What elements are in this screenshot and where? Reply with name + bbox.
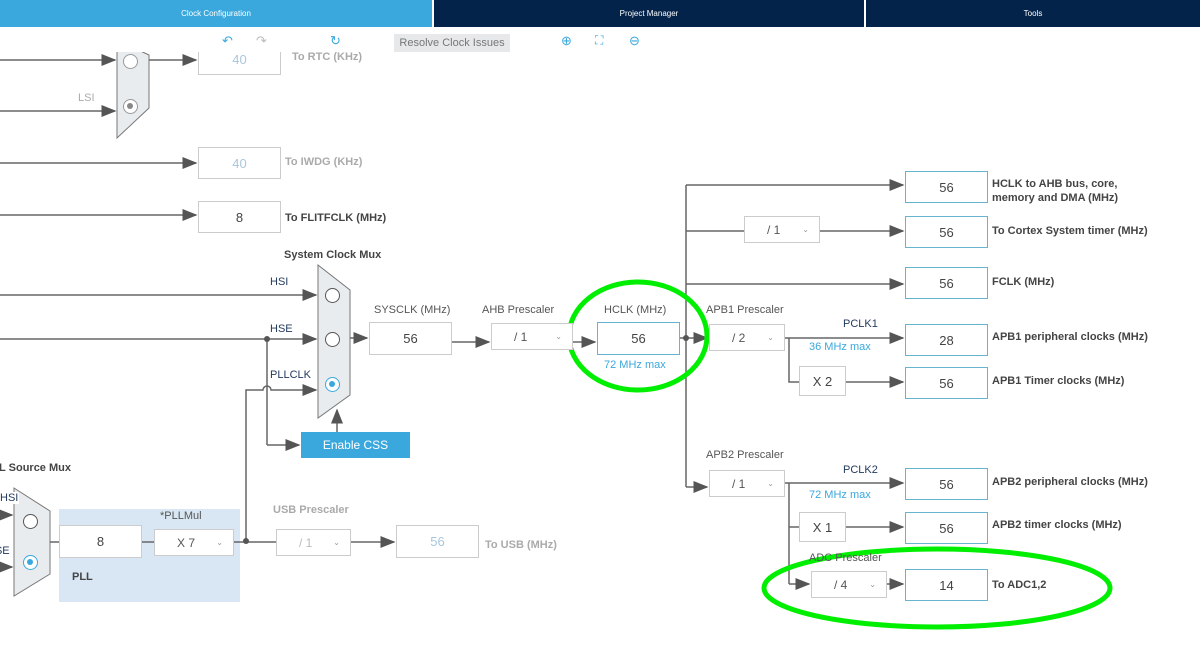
apb2-max-label: 72 MHz max — [809, 489, 871, 501]
chevron-down-icon: ⌄ — [333, 538, 340, 547]
system-clock-mux-title: System Clock Mux — [284, 249, 382, 261]
pllsrc-hse-label: HSE — [0, 545, 10, 557]
usb-prescaler-value: / 1 — [299, 535, 313, 550]
apb2-prescaler-select[interactable]: / 1 ⌄ — [709, 470, 785, 497]
enable-css-button[interactable]: Enable CSS — [301, 432, 410, 458]
flitfclk-output: 8 — [198, 201, 281, 233]
pllsrc-radio-hse[interactable] — [23, 555, 38, 570]
cortex-timer-output: 56 — [905, 216, 988, 248]
apb2-prescaler-value: / 1 — [732, 476, 746, 491]
toolbar: ↶ ↷ ↻ Resolve Clock Issues ⊕ ⛶ ⊖ — [0, 27, 1200, 52]
sysmux-radio-pllclk[interactable] — [325, 377, 340, 392]
apb1-timer-output: 56 — [905, 367, 988, 399]
pllmul-label: *PLLMul — [160, 510, 202, 522]
hclk-max-label: 72 MHz max — [604, 359, 666, 371]
ahb-bus-output: 56 — [905, 171, 988, 203]
adc-prescaler-label: ADC Prescaler — [809, 552, 882, 564]
lsi-label: LSI — [78, 92, 95, 104]
cortex-prescaler-value: / 1 — [767, 222, 781, 237]
pclk1-label: PCLK1 — [843, 318, 878, 330]
rtc-mux-radio-lsi[interactable] — [123, 99, 138, 114]
pll-input: 8 — [59, 525, 142, 558]
adc-prescaler-select[interactable]: / 4 ⌄ — [811, 571, 887, 598]
hclk-label: HCLK (MHz) — [604, 304, 667, 316]
apb2-timer-multiplier: X 1 — [799, 512, 846, 542]
chevron-down-icon: ⌄ — [802, 225, 809, 234]
pll-source-mux-title: PLL Source Mux — [0, 462, 71, 474]
cortex-prescaler-select[interactable]: / 1 ⌄ — [744, 216, 820, 243]
iwdg-label: To IWDG (KHz) — [285, 156, 363, 168]
ahb-prescaler-label: AHB Prescaler — [482, 304, 555, 316]
chevron-down-icon: ⌄ — [216, 538, 223, 547]
apb2-peripheral-label: APB2 peripheral clocks (MHz) — [992, 476, 1148, 488]
hse-label: HSE — [270, 323, 293, 335]
apb2-prescaler-label: APB2 Prescaler — [706, 449, 784, 461]
pclk2-label: PCLK2 — [843, 464, 878, 476]
fclk-output: 56 — [905, 267, 988, 299]
apb1-timer-label: APB1 Timer clocks (MHz) — [992, 375, 1125, 387]
apb2-timer-output: 56 — [905, 512, 988, 544]
apb1-timer-multiplier: X 2 — [799, 366, 846, 396]
sysmux-radio-hsi[interactable] — [325, 288, 340, 303]
adc-prescaler-value: / 4 — [834, 577, 848, 592]
redo-icon[interactable]: ↷ — [256, 33, 267, 49]
ahb-prescaler-select[interactable]: / 1 ⌄ — [491, 323, 573, 350]
rtc-label: To RTC (KHz) — [292, 51, 363, 63]
apb2-peripheral-output: 56 — [905, 468, 988, 500]
ahb-bus-label-1: HCLK to AHB bus, core, — [992, 178, 1118, 190]
chevron-down-icon: ⌄ — [869, 580, 876, 589]
fclk-label: FCLK (MHz) — [992, 276, 1055, 288]
pllclk-label: PLLCLK — [270, 369, 311, 381]
flitfclk-label: To FLITFCLK (MHz) — [285, 212, 387, 224]
chevron-down-icon: ⌄ — [555, 332, 562, 341]
hclk-input[interactable]: 56 — [597, 322, 680, 355]
sysclk-label: SYSCLK (MHz) — [374, 304, 451, 316]
cortex-timer-label: To Cortex System timer (MHz) — [992, 225, 1148, 237]
zoom-in-icon[interactable]: ⊕ — [561, 33, 572, 49]
pllmul-value: X 7 — [177, 535, 196, 550]
sysclk-input[interactable]: 56 — [369, 322, 452, 355]
ahb-bus-label-2: memory and DMA (MHz) — [992, 192, 1119, 204]
apb1-peripheral-label: APB1 peripheral clocks (MHz) — [992, 331, 1148, 343]
apb2-timer-label: APB2 timer clocks (MHz) — [992, 519, 1122, 531]
hsi-label: HSI — [270, 276, 289, 288]
usb-prescaler-label: USB Prescaler — [273, 504, 349, 516]
adc-output: 14 — [905, 569, 988, 601]
apb1-max-label: 36 MHz max — [809, 341, 871, 353]
chevron-down-icon: ⌄ — [767, 479, 774, 488]
fit-screen-icon[interactable]: ⛶ — [595, 33, 603, 48]
zoom-out-icon[interactable]: ⊖ — [629, 33, 640, 49]
pllsrc-radio-hsi[interactable] — [23, 514, 38, 529]
adc-label: To ADC1,2 — [992, 579, 1047, 591]
apb1-prescaler-label: APB1 Prescaler — [706, 304, 784, 316]
pllmul-select[interactable]: X 7 ⌄ — [154, 529, 234, 556]
pllsrc-hsi-label: HSI — [0, 492, 20, 504]
apb1-prescaler-value: / 2 — [732, 330, 746, 345]
apb1-prescaler-select[interactable]: / 2 ⌄ — [709, 324, 785, 351]
iwdg-output: 40 — [198, 147, 281, 179]
pll-label: PLL — [72, 571, 93, 583]
usb-prescaler-select[interactable]: / 1 ⌄ — [276, 529, 351, 556]
refresh-icon[interactable]: ↻ — [330, 33, 341, 49]
resolve-clock-issues-button[interactable]: Resolve Clock Issues — [394, 34, 510, 52]
undo-icon[interactable]: ↶ — [222, 33, 233, 49]
usb-label: To USB (MHz) — [485, 539, 557, 551]
apb1-peripheral-output: 28 — [905, 324, 988, 356]
chevron-down-icon: ⌄ — [767, 333, 774, 342]
ahb-prescaler-value: / 1 — [514, 329, 528, 344]
sysmux-radio-hse[interactable] — [325, 332, 340, 347]
rtc-mux-radio-1[interactable] — [123, 54, 138, 69]
usb-output: 56 — [396, 525, 479, 558]
